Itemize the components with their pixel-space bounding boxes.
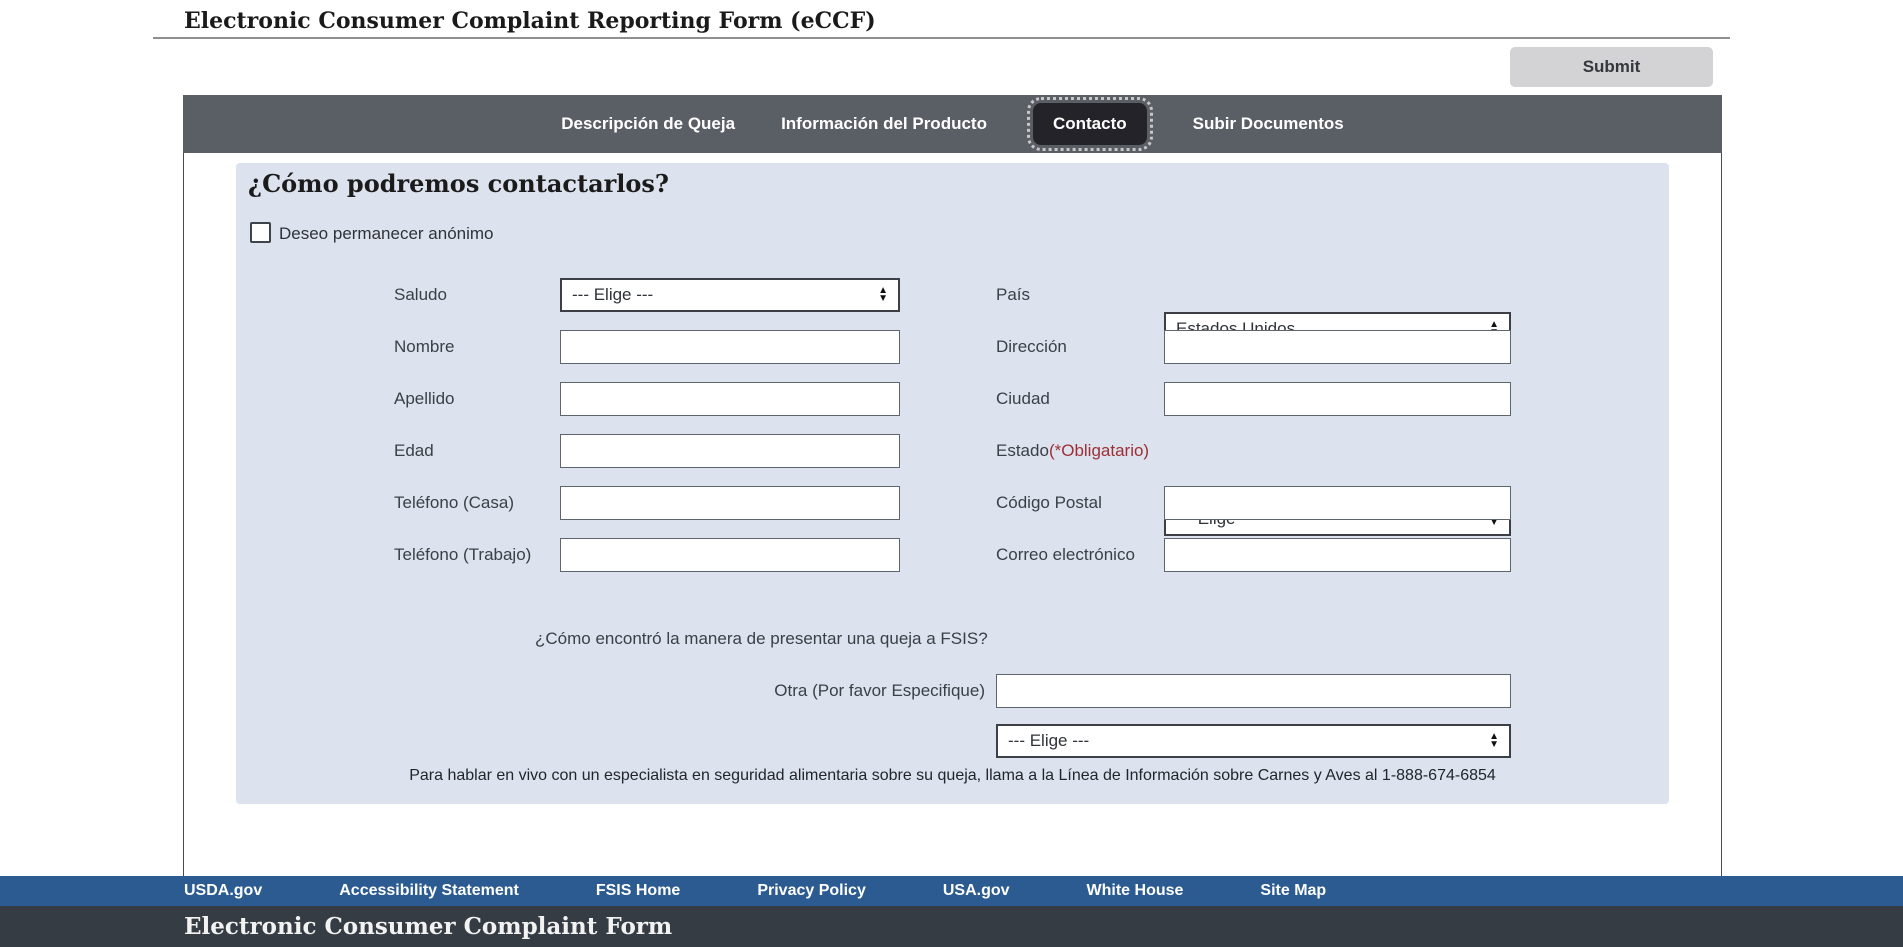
page-title: Electronic Consumer Complaint Reporting …: [184, 8, 876, 34]
contact-form-panel: ¿Cómo podremos contactarlos? Deseo perma…: [236, 163, 1669, 804]
submit-button[interactable]: Submit: [1510, 47, 1713, 87]
estado-label: Estado(*Obligatario): [996, 441, 1149, 461]
tab-descripcion-de-queja[interactable]: Descripción de Queja: [561, 114, 735, 134]
telefono-casa-input[interactable]: [560, 486, 900, 520]
telefono-trabajo-label: Teléfono (Trabajo): [394, 545, 531, 565]
pais-label: País: [996, 285, 1030, 305]
anonymous-checkbox-label: Deseo permanecer anónimo: [279, 224, 494, 244]
footer-link-bar: USDA.gov Accessibility Statement FSIS Ho…: [0, 876, 1903, 906]
otra-especifique-input[interactable]: [996, 674, 1511, 708]
nombre-label: Nombre: [394, 337, 454, 357]
direccion-label: Dirección: [996, 337, 1067, 357]
updown-arrows-icon: ▲▼: [878, 287, 888, 303]
footer-link-white-house[interactable]: White House: [1087, 882, 1184, 900]
telefono-trabajo-input[interactable]: [560, 538, 900, 572]
footer-link-site-map[interactable]: Site Map: [1260, 882, 1326, 900]
saludo-select-value: --- Elige ---: [572, 285, 653, 305]
tab-contacto-active[interactable]: Contacto: [1033, 103, 1147, 145]
updown-arrows-icon: ▲▼: [1489, 733, 1499, 749]
ciudad-input[interactable]: [1164, 382, 1511, 416]
como-encontro-label: ¿Cómo encontró la manera de presentar un…: [535, 629, 985, 649]
apellido-label: Apellido: [394, 389, 455, 409]
nombre-input[interactable]: [560, 330, 900, 364]
form-step-navbar: Descripción de Queja Información del Pro…: [183, 95, 1722, 153]
telefono-casa-label: Teléfono (Casa): [394, 493, 514, 513]
correo-electronico-label: Correo electrónico: [996, 545, 1135, 565]
ciudad-label: Ciudad: [996, 389, 1050, 409]
codigo-postal-input[interactable]: [1164, 486, 1511, 520]
direccion-input[interactable]: [1164, 330, 1511, 364]
saludo-select[interactable]: --- Elige --- ▲▼: [560, 278, 900, 312]
saludo-label: Saludo: [394, 285, 447, 305]
edad-input[interactable]: [560, 434, 900, 468]
footer-link-usda-gov[interactable]: USDA.gov: [184, 882, 262, 900]
footer-brand-title: Electronic Consumer Complaint Form: [184, 913, 672, 940]
footer-link-fsis-home[interactable]: FSIS Home: [596, 882, 680, 900]
tab-informacion-del-producto[interactable]: Información del Producto: [781, 114, 987, 134]
estado-required-note: (*Obligatario): [1049, 441, 1149, 460]
codigo-postal-label: Código Postal: [996, 493, 1102, 513]
anonymous-checkbox[interactable]: [250, 222, 271, 243]
como-encontro-select[interactable]: --- Elige --- ▲▼: [996, 724, 1511, 758]
otra-especifique-label: Otra (Por favor Especifique): [535, 681, 985, 701]
title-divider: [153, 37, 1730, 39]
form-heading: ¿Cómo podremos contactarlos?: [248, 169, 669, 198]
footer-brand-bar: Electronic Consumer Complaint Form: [0, 906, 1903, 947]
como-encontro-select-value: --- Elige ---: [1008, 731, 1089, 751]
hotline-help-text: Para hablar en vivo con un especialista …: [236, 767, 1669, 785]
apellido-input[interactable]: [560, 382, 900, 416]
footer-link-accessibility-statement[interactable]: Accessibility Statement: [339, 882, 519, 900]
tab-subir-documentos[interactable]: Subir Documentos: [1193, 114, 1344, 134]
footer-link-privacy-policy[interactable]: Privacy Policy: [757, 882, 866, 900]
footer-link-usa-gov[interactable]: USA.gov: [943, 882, 1010, 900]
edad-label: Edad: [394, 441, 434, 461]
correo-electronico-input[interactable]: [1164, 538, 1511, 572]
